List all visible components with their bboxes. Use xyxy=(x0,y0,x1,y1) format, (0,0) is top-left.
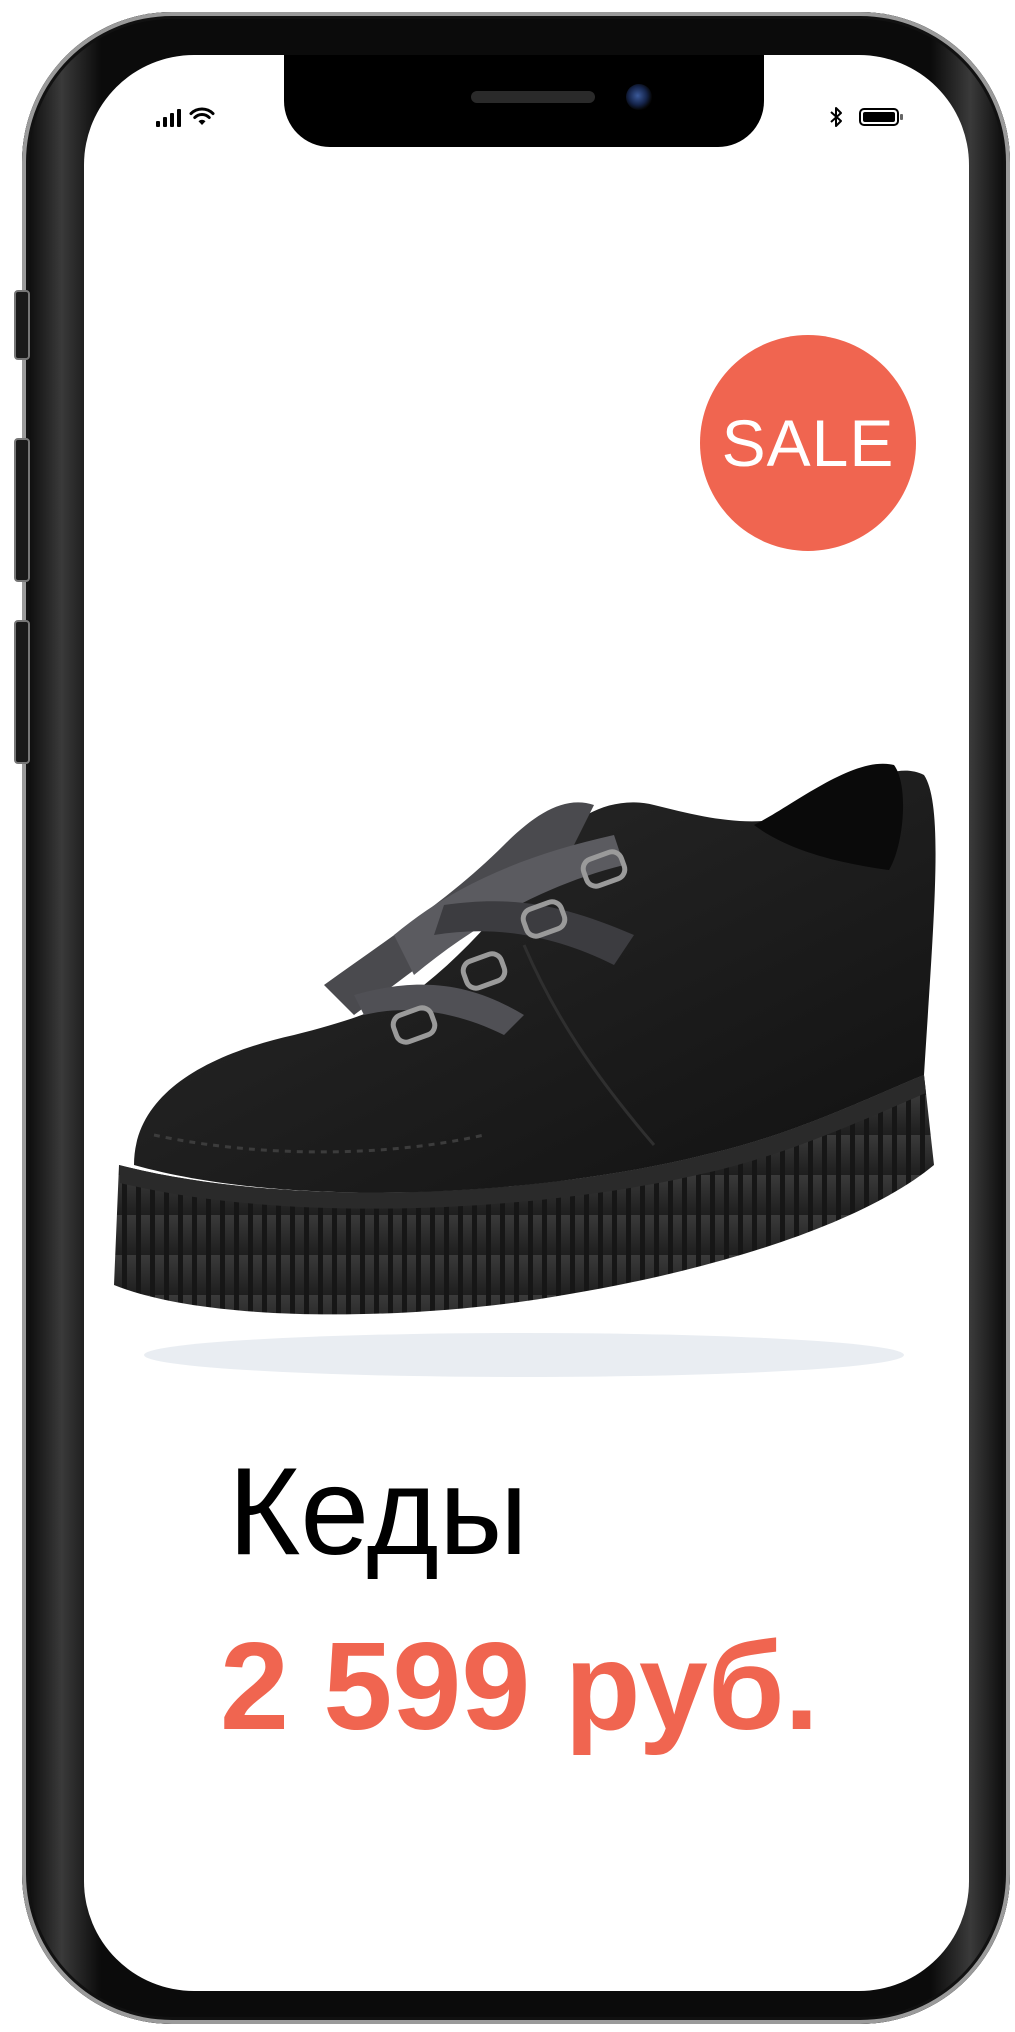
status-bar-left xyxy=(156,107,215,127)
product-price: 2 599 руб. xyxy=(220,1618,819,1756)
phone-screen: SALE Кеды 2 599 руб. xyxy=(84,55,969,1991)
notch xyxy=(284,55,764,147)
wifi-icon xyxy=(189,107,215,125)
signal-bars-icon xyxy=(156,109,181,127)
volume-down-button xyxy=(14,620,30,764)
sale-badge-label: SALE xyxy=(721,406,895,480)
battery-icon xyxy=(859,108,903,126)
battery-level xyxy=(863,112,895,122)
product-name: Кеды xyxy=(228,1443,528,1581)
volume-up-button xyxy=(14,438,30,582)
status-bar-right xyxy=(829,105,903,129)
bluetooth-icon xyxy=(830,107,842,127)
front-camera-icon xyxy=(626,84,652,110)
sale-badge: SALE xyxy=(700,335,916,551)
sneaker-image[interactable] xyxy=(94,695,964,1415)
speaker-grille xyxy=(471,91,595,103)
mute-switch xyxy=(14,290,30,360)
